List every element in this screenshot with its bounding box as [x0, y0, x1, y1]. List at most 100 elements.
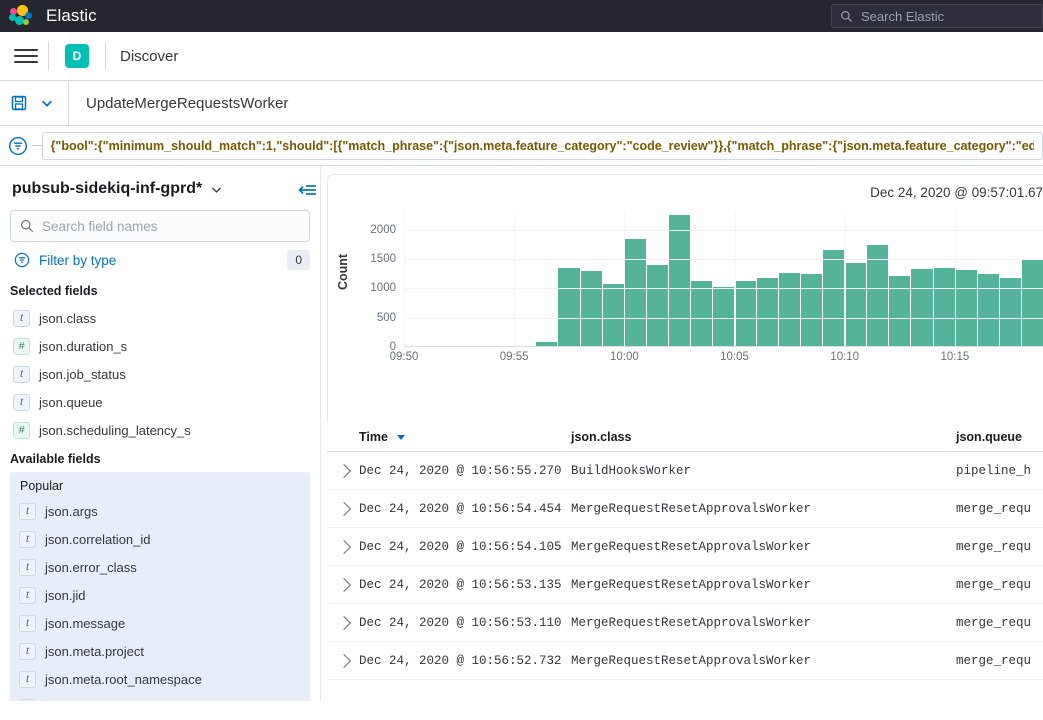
field-name: json.message: [45, 616, 125, 631]
table-row[interactable]: Dec 24, 2020 @ 10:56:54.105MergeRequestR…: [327, 528, 1043, 566]
query-input[interactable]: {"bool":{"minimum_should_match":1,"shoul…: [42, 132, 1043, 160]
cell-time: Dec 24, 2020 @ 10:56:53.110: [359, 616, 571, 630]
bar[interactable]: [867, 245, 888, 346]
cell-time: Dec 24, 2020 @ 10:56:54.454: [359, 502, 571, 516]
filter-connector: [32, 145, 42, 146]
bar[interactable]: [581, 271, 602, 346]
cell-time: Dec 24, 2020 @ 10:56:53.135: [359, 578, 571, 592]
query-text: {"bool":{"minimum_should_match":1,"shoul…: [51, 139, 1034, 153]
table-row[interactable]: Dec 24, 2020 @ 10:56:53.110MergeRequestR…: [327, 604, 1043, 642]
table-row[interactable]: Dec 24, 2020 @ 10:56:55.270BuildHooksWor…: [327, 452, 1043, 490]
gridline: [404, 230, 1043, 231]
list-item[interactable]: t json.meta.user: [16, 693, 304, 701]
field-name: json.correlation_id: [45, 532, 151, 547]
bar[interactable]: [978, 274, 999, 346]
bar[interactable]: [603, 284, 624, 346]
chevron-down-icon[interactable]: [36, 92, 58, 114]
filter-bar: {"bool":{"minimum_should_match":1,"shoul…: [0, 126, 1043, 166]
divider: [105, 42, 106, 70]
collapse-sidebar-icon[interactable]: [298, 180, 318, 200]
index-pattern-selector[interactable]: pubsub-sidekiq-inf-gprd*: [10, 166, 310, 210]
elastic-logo-icon[interactable]: [8, 3, 34, 29]
field-name: json.scheduling_latency_s: [39, 423, 191, 438]
bar[interactable]: [691, 281, 712, 346]
list-item[interactable]: t json.error_class: [16, 553, 304, 581]
bar[interactable]: [713, 287, 734, 346]
filter-icon[interactable]: [8, 136, 28, 156]
global-search-placeholder: Search Elastic: [861, 9, 944, 24]
bar[interactable]: [845, 263, 866, 346]
cell-json-class: MergeRequestResetApprovalsWorker: [571, 540, 956, 554]
filter-by-type-button[interactable]: Filter by type 0: [10, 244, 310, 276]
string-type-icon: t: [19, 615, 36, 632]
list-item[interactable]: t json.jid: [16, 581, 304, 609]
field-search-box[interactable]: [10, 210, 310, 242]
list-item[interactable]: t json.job_status: [10, 360, 310, 388]
string-type-icon: t: [19, 671, 36, 688]
cell-time: Dec 24, 2020 @ 10:56:52.732: [359, 654, 571, 668]
saved-search-title[interactable]: UpdateMergeRequestsWorker: [69, 95, 288, 112]
bar[interactable]: [536, 342, 557, 346]
expand-row-button[interactable]: [327, 466, 359, 476]
y-tick-label: 2000: [370, 224, 396, 236]
bar[interactable]: [823, 250, 844, 346]
bar[interactable]: [934, 268, 955, 346]
cell-json-queue: pipeline_h: [956, 464, 1043, 478]
popular-fields-list: t json.args t json.correlation_id t json…: [16, 497, 304, 701]
bar[interactable]: [625, 239, 646, 346]
field-name: json.args: [45, 504, 98, 519]
list-item[interactable]: t json.meta.project: [16, 637, 304, 665]
chart-time-range: Dec 24, 2020 @ 09:57:01.67: [328, 185, 1043, 200]
cell-json-class: MergeRequestResetApprovalsWorker: [571, 654, 956, 668]
bar[interactable]: [1022, 259, 1043, 346]
bar[interactable]: [779, 273, 800, 346]
expand-row-button[interactable]: [327, 656, 359, 666]
field-search-input[interactable]: [42, 219, 300, 234]
table-row[interactable]: Dec 24, 2020 @ 10:56:53.135MergeRequestR…: [327, 566, 1043, 604]
expand-row-button[interactable]: [327, 542, 359, 552]
expand-row-button[interactable]: [327, 618, 359, 628]
bar[interactable]: [669, 215, 690, 346]
bar[interactable]: [911, 269, 932, 346]
list-item[interactable]: # json.scheduling_latency_s: [10, 416, 310, 444]
list-item[interactable]: t json.args: [16, 497, 304, 525]
list-item[interactable]: t json.class: [10, 304, 310, 332]
field-sidebar: pubsub-sidekiq-inf-gprd*: [0, 166, 320, 701]
list-item[interactable]: t json.meta.root_namespace: [16, 665, 304, 693]
gridline: [735, 212, 736, 346]
expand-row-button[interactable]: [327, 580, 359, 590]
list-item[interactable]: t json.correlation_id: [16, 525, 304, 553]
filter-icon: [14, 252, 30, 268]
table-row[interactable]: Dec 24, 2020 @ 10:56:54.454MergeRequestR…: [327, 490, 1043, 528]
bar[interactable]: [801, 274, 822, 346]
save-group: [0, 81, 69, 125]
column-header-time[interactable]: Time: [359, 430, 571, 444]
expand-row-button[interactable]: [327, 504, 359, 514]
sort-desc-icon[interactable]: [397, 435, 405, 440]
column-header-queue[interactable]: json.queue: [956, 430, 1043, 444]
histogram-chart[interactable]: Count 0500100015002000 09:5009:5510:0010…: [328, 212, 1043, 402]
global-search-box[interactable]: Search Elastic: [831, 4, 1043, 28]
popular-fields-group: Popular t json.args t json.correlation_i…: [10, 472, 310, 701]
bar[interactable]: [956, 270, 977, 346]
save-icon[interactable]: [8, 92, 30, 114]
bar[interactable]: [735, 281, 756, 346]
list-item[interactable]: # json.duration_s: [10, 332, 310, 360]
table-row[interactable]: Dec 24, 2020 @ 10:56:52.732MergeRequestR…: [327, 642, 1043, 680]
bar[interactable]: [558, 268, 579, 346]
string-type-icon: t: [19, 587, 36, 604]
field-name: json.class: [39, 311, 96, 326]
chevron-right-icon: [337, 501, 351, 515]
column-header-class[interactable]: json.class: [571, 430, 956, 444]
x-tick-label: 09:55: [500, 351, 529, 363]
list-item[interactable]: t json.queue: [10, 388, 310, 416]
list-item[interactable]: t json.message: [16, 609, 304, 637]
filter-by-type-count: 0: [287, 250, 310, 270]
chevron-right-icon: [337, 539, 351, 553]
menu-icon[interactable]: [14, 44, 38, 68]
selected-fields-list: t json.class # json.duration_s t json.jo…: [10, 304, 310, 444]
bar[interactable]: [647, 265, 668, 346]
cell-json-class: BuildHooksWorker: [571, 464, 956, 478]
bar[interactable]: [889, 276, 910, 346]
field-name: json.meta.project: [45, 644, 144, 659]
